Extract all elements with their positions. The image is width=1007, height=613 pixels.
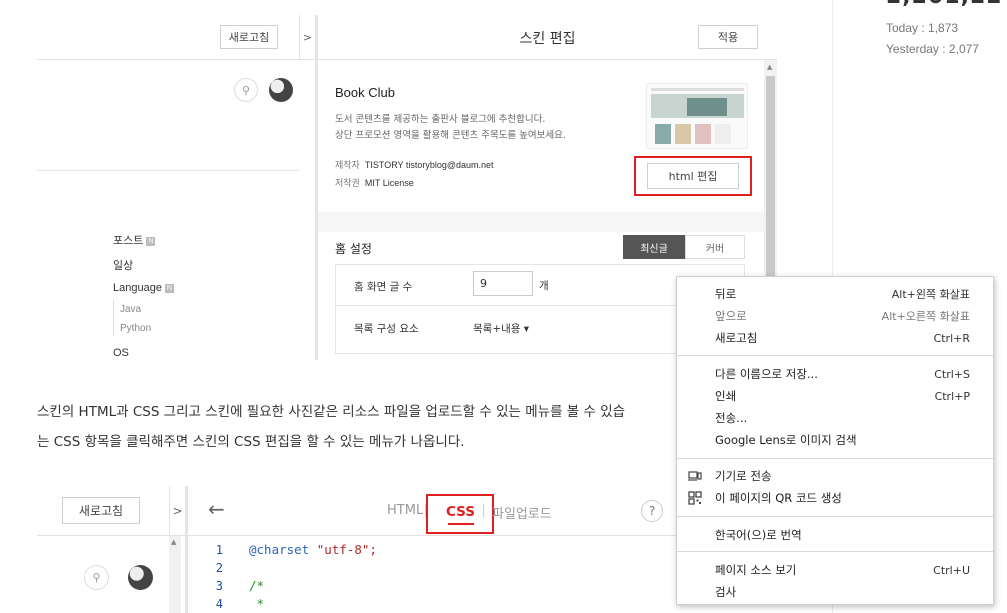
posts-count-input[interactable]: 9 xyxy=(473,271,533,296)
device-icon xyxy=(687,468,703,484)
avatar-2[interactable] xyxy=(128,565,153,590)
skin-license: 저작권 MIT License xyxy=(335,178,414,188)
article-text-line1: 스킨의 HTML과 CSS 그리고 스킨에 필요한 사진같은 리소스 파일을 업… xyxy=(37,404,626,420)
skin-name: Book Club xyxy=(335,85,395,100)
tab-latest-posts[interactable]: 최신글 xyxy=(623,235,685,259)
tab-html[interactable]: HTML xyxy=(387,503,423,518)
preview-divider xyxy=(37,170,299,171)
menu-view-source[interactable]: 페이지 소스 보기 Ctrl+U xyxy=(677,559,993,581)
menu-send-to-device[interactable]: 기기로 전송 xyxy=(677,465,993,487)
skin-author: 제작자 TISTORY tistoryblog@daum.net xyxy=(335,160,494,170)
help-icon[interactable]: ? xyxy=(641,500,663,522)
posts-count-label: 홈 화면 글 수 xyxy=(354,281,413,293)
menu-separator xyxy=(677,516,993,517)
css-editor-screenshot: 새로고침 > ← HTML CSS 파일업로드 ? ▲ ⚲ 1 @charset… xyxy=(37,486,777,613)
menu-translate[interactable]: 한국어(으)로 번역 xyxy=(677,524,993,546)
category-daily[interactable]: 일상 xyxy=(113,257,133,273)
tab-css[interactable]: CSS xyxy=(446,504,475,520)
preview-scrollbar[interactable]: ▲ xyxy=(169,536,181,613)
search-icon[interactable]: ⚲ xyxy=(234,78,258,102)
menu-save-as[interactable]: 다른 이름으로 저장... Ctrl+S xyxy=(677,363,993,385)
menu-separator xyxy=(677,355,993,356)
list-layout-select[interactable]: 목록+내용 ▾ xyxy=(473,321,529,336)
menu-cast[interactable]: 전송... xyxy=(677,407,993,429)
section-spacer xyxy=(318,212,764,232)
html-edit-button[interactable]: html 편집 xyxy=(647,163,739,189)
menu-reload[interactable]: 새로고침 Ctrl+R xyxy=(677,327,993,349)
list-layout-label: 목록 구성 요소 xyxy=(354,323,419,335)
visitor-yesterday: Yesterday : 2,077 xyxy=(886,42,979,56)
back-arrow-icon[interactable]: ← xyxy=(208,497,225,521)
menu-back[interactable]: 뒤로 Alt+왼쪽 화살표 xyxy=(677,283,993,305)
menu-separator xyxy=(677,458,993,459)
qr-code-icon xyxy=(687,490,703,506)
menu-google-lens[interactable]: Google Lens로 이미지 검색 xyxy=(677,429,993,451)
html-edit-highlight: html 편집 xyxy=(634,156,752,196)
skin-editor-screenshot: 새로고침 > 스킨 편집 적용 ⚲ 포스트 N 일상 Language N Java… xyxy=(37,15,777,360)
skin-thumbnail xyxy=(646,83,748,149)
editor-header: 스킨 편집 적용 xyxy=(318,15,777,60)
tab-file-upload[interactable]: 파일업로드 xyxy=(492,503,552,522)
avatar[interactable] xyxy=(269,78,293,102)
preview-toolbar: 새로고침 xyxy=(37,15,299,60)
subcategory-line xyxy=(113,300,114,336)
menu-print[interactable]: 인쇄 Ctrl+P xyxy=(677,385,993,407)
menu-separator xyxy=(677,551,993,552)
category-os[interactable]: OS xyxy=(113,347,129,359)
skin-desc-2: 상단 프로모션 영역을 활용해 콘텐츠 주목도를 높여보세요. xyxy=(335,130,566,141)
posts-count-unit: 개 xyxy=(539,280,549,292)
article-text-line2: 는 CSS 항목을 클릭해주면 스킨의 CSS 편집을 할 수 있는 메뉴가 나… xyxy=(37,434,465,450)
tab-cover[interactable]: 커버 xyxy=(685,235,745,259)
menu-forward[interactable]: 앞으로 Alt+오른쪽 화살표 xyxy=(677,305,993,327)
menu-inspect[interactable]: 검사 xyxy=(677,581,993,603)
category-python[interactable]: Python xyxy=(120,323,151,334)
refresh-button-2[interactable]: 새로고침 xyxy=(62,497,140,524)
line-number: 2 xyxy=(215,561,223,575)
line-number: 3 xyxy=(215,579,223,593)
code-line-3[interactable]: /* xyxy=(249,578,264,593)
visitor-today: Today : 1,873 xyxy=(886,21,959,35)
refresh-button[interactable]: 새로고침 xyxy=(220,25,278,49)
apply-button[interactable]: 적용 xyxy=(698,25,758,49)
collapse-chevron-icon-2[interactable]: > xyxy=(169,486,185,536)
code-line-4[interactable]: * xyxy=(249,596,265,611)
skin-desc-1: 도서 콘텐츠를 제공하는 출판사 블로그에 추천합니다. xyxy=(335,114,546,125)
context-menu: 뒤로 Alt+왼쪽 화살표 앞으로 Alt+오른쪽 화살표 새로고침 Ctrl+R 다… xyxy=(676,276,994,605)
line-number: 4 xyxy=(215,597,223,611)
collapse-chevron-icon[interactable]: > xyxy=(299,15,315,60)
category-language[interactable]: Language N xyxy=(113,282,174,294)
blog-preview-panel: ⚲ 포스트 N 일상 Language N Java Python OS xyxy=(37,60,299,360)
category-post[interactable]: 포스트 N xyxy=(113,232,156,248)
code-line-1[interactable]: @charset "utf-8"; xyxy=(249,542,377,557)
menu-qr-code[interactable]: 이 페이지의 QR 코드 생성 xyxy=(677,487,993,509)
home-settings-title: 홈 설정 xyxy=(335,242,372,256)
search-icon-2[interactable]: ⚲ xyxy=(84,565,109,590)
visitor-total: 2,201,22 xyxy=(886,0,1003,9)
line-number: 1 xyxy=(215,543,223,557)
category-java[interactable]: Java xyxy=(120,304,141,315)
